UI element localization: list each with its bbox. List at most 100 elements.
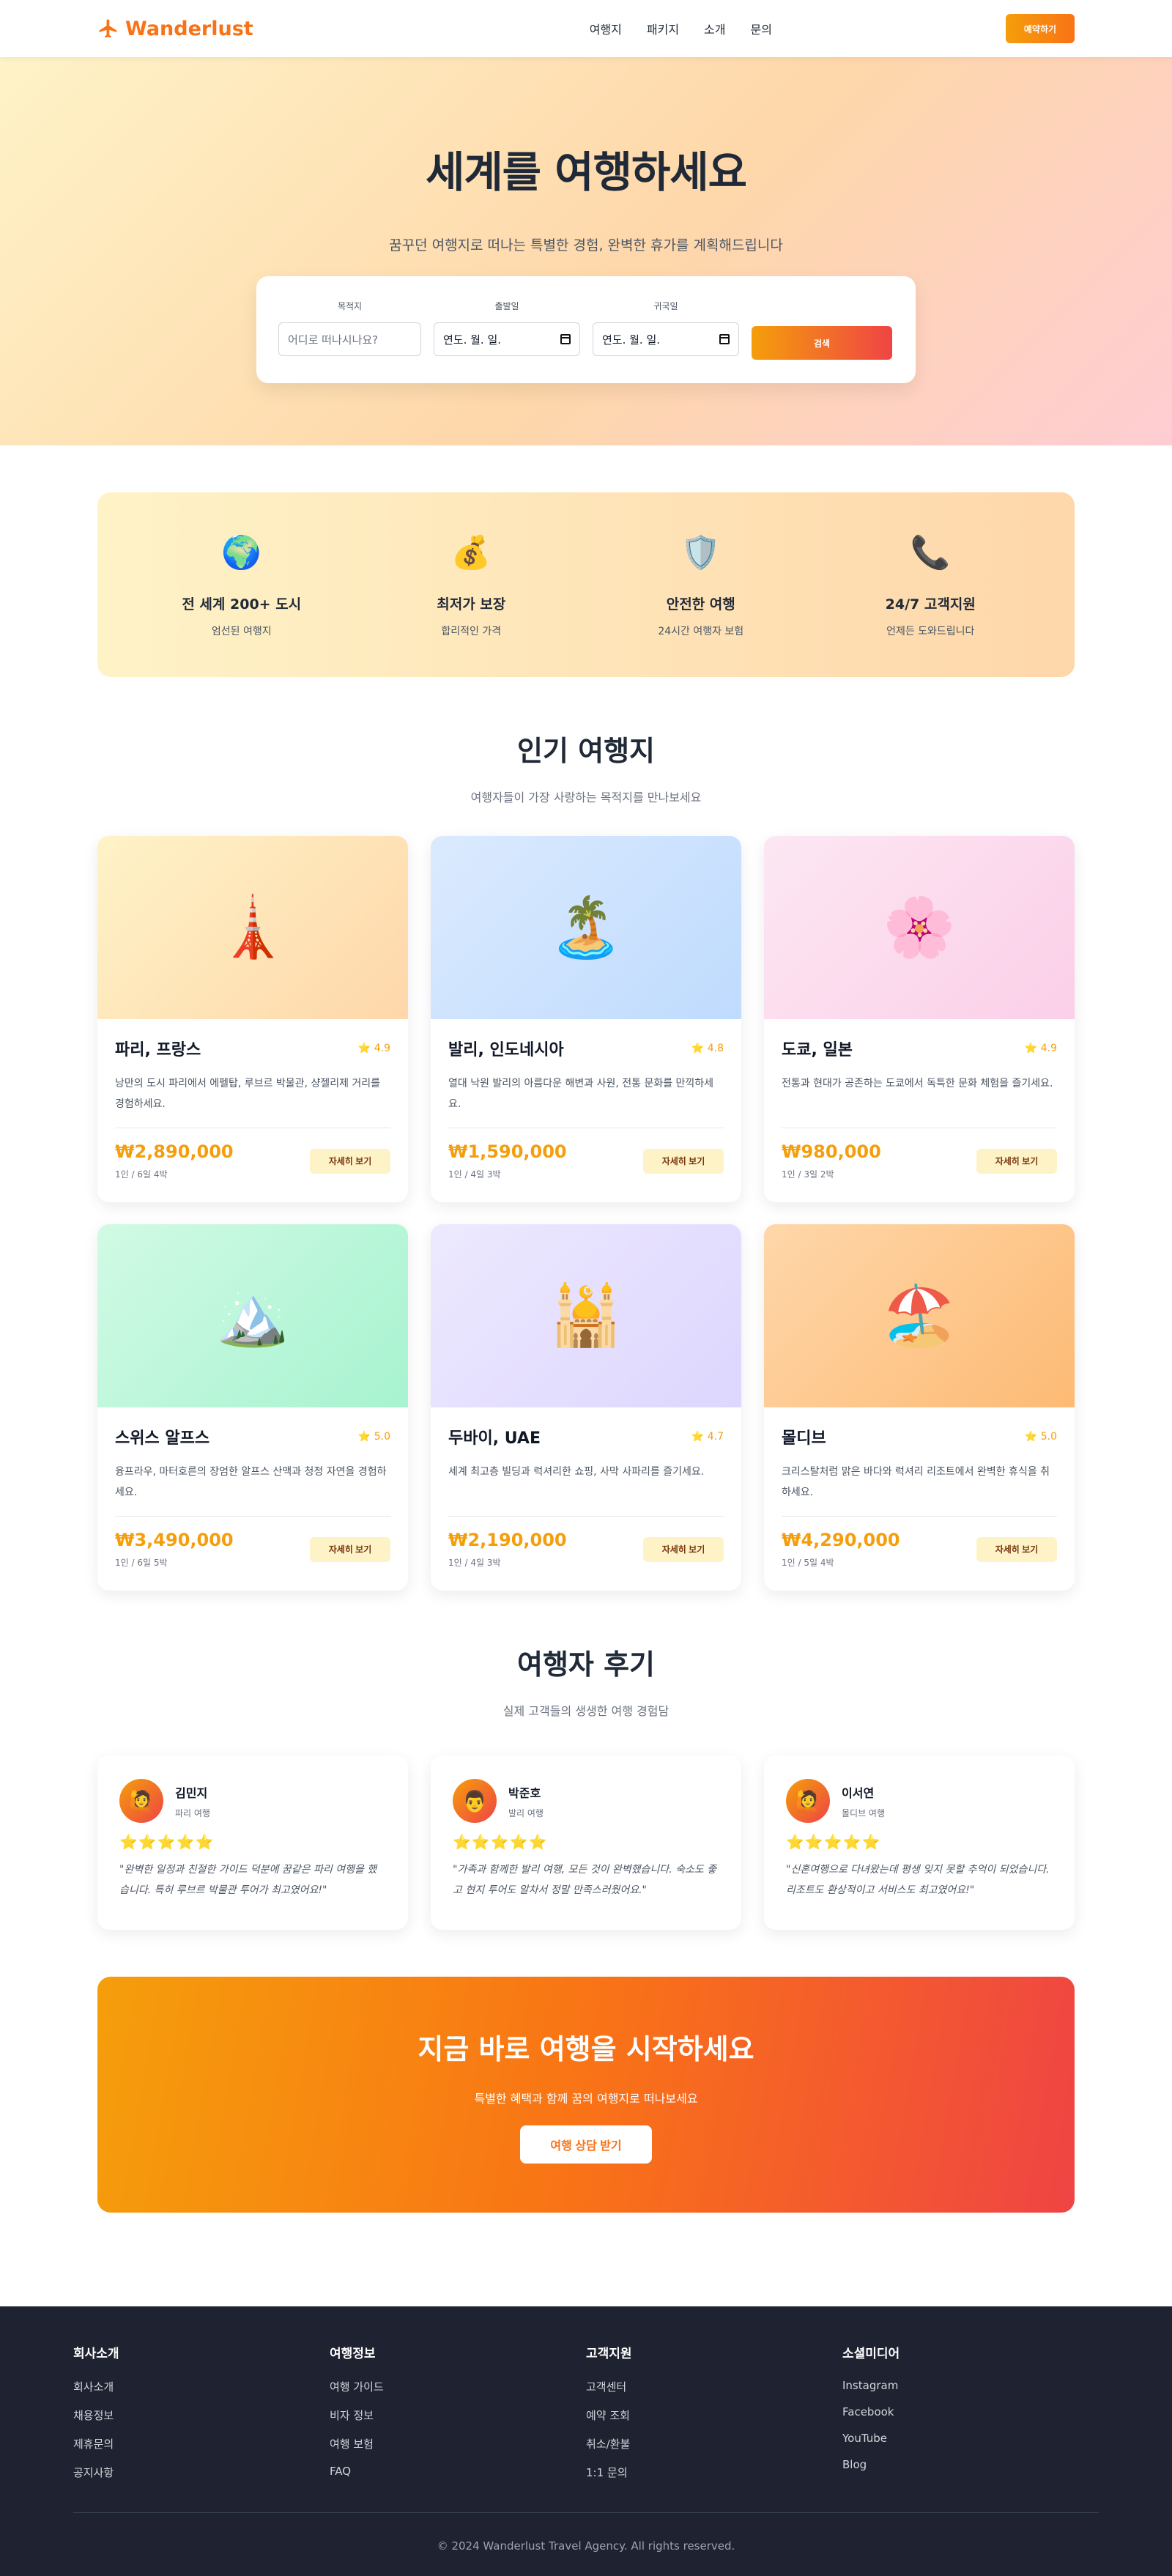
- detail-button[interactable]: 자세히 보기: [976, 1536, 1057, 1562]
- destination-card[interactable]: 🗼 파리, 프랑스 ⭐ 4.9 낭만의 도시 파리에서 에펠탑, 루브르 박물관,…: [97, 836, 408, 1202]
- feature-title: 전 세계 200+ 도시: [182, 596, 302, 612]
- destination-image: 🏝️: [431, 836, 741, 1019]
- duration: 1인 / 3일 2박: [782, 1169, 834, 1180]
- destination-image: 🏖️: [764, 1224, 1075, 1407]
- logo-text: Wanderlust: [125, 17, 253, 40]
- return-date-value: 연도. 월. 일.: [602, 333, 661, 347]
- detail-button[interactable]: 자세히 보기: [643, 1536, 724, 1562]
- destination-placeholder: 어디로 떠나시나요?: [288, 333, 379, 347]
- footer-link[interactable]: 예약 조회: [586, 2407, 842, 2423]
- footer-link[interactable]: 제휴문의: [73, 2436, 330, 2451]
- footer-divider: [73, 2512, 1099, 2513]
- departure-date-input[interactable]: 연도. 월. 일.: [434, 322, 580, 356]
- detail-button[interactable]: 자세히 보기: [643, 1148, 724, 1174]
- feature-title: 최저가 보장: [437, 596, 506, 612]
- destination-image: 🗼: [97, 836, 408, 1019]
- feature-item: 📞 24/7 고객지원 언제든 도와드립니다: [835, 532, 1026, 638]
- footer-column: 소셜미디어 Instagram Facebook YouTube Blog: [842, 2343, 1099, 2493]
- feature-title: 안전한 여행: [666, 596, 735, 612]
- review-trip: 몰디브 여행: [842, 1807, 886, 1818]
- review-text: "완벽한 일정과 친절한 가이드 덕분에 꿈같은 파리 여행을 했습니다. 특히…: [119, 1864, 377, 1896]
- calendar-icon[interactable]: [719, 334, 730, 344]
- rating: ⭐ 4.9: [1024, 1043, 1057, 1054]
- feature-desc: 언제든 도와드립니다: [886, 625, 975, 637]
- destination-name: 파리, 프랑스: [115, 1041, 201, 1059]
- cta-title: 지금 바로 여행을 시작하세요: [418, 2033, 754, 2065]
- menu-item-contact[interactable]: 문의: [751, 20, 772, 37]
- beach-icon: 🏖️: [883, 1281, 956, 1350]
- star-rating: ⭐⭐⭐⭐⭐: [786, 1833, 881, 1851]
- hero-section: 세계를 여행하세요 꿈꾸던 여행지로 떠나는 특별한 경험, 완벽한 휴가를 계…: [0, 57, 1172, 445]
- destination-name: 스위스 알프스: [115, 1429, 210, 1448]
- footer-link[interactable]: 회사소개: [73, 2379, 330, 2394]
- review-text: "신혼여행으로 다녀왔는데 평생 잊지 못할 추억이 되었습니다. 리조트도 환…: [786, 1864, 1050, 1896]
- main-menu: 여행지 패키지 소개 문의: [590, 20, 772, 37]
- section-subtitle: 실제 고객들의 생생한 여행 경험담: [502, 1704, 670, 1718]
- search-button[interactable]: 검색: [752, 326, 892, 360]
- footer-link[interactable]: 1:1 문의: [586, 2465, 842, 2480]
- price: ₩2,890,000: [115, 1141, 234, 1162]
- destination-card[interactable]: 🏔️ 스위스 알프스 ⭐ 5.0 융프라우, 마터호른의 장엄한 알프스 산맥과 …: [97, 1224, 408, 1591]
- menu-item-packages[interactable]: 패키지: [647, 20, 679, 37]
- copyright: © 2024 Wanderlust Travel Agency. All rig…: [437, 2539, 735, 2553]
- detail-button[interactable]: 자세히 보기: [310, 1536, 390, 1562]
- footer-column: 고객지원 고객센터 예약 조회 취소/환불 1:1 문의: [586, 2343, 842, 2493]
- footer-link[interactable]: 채용정보: [73, 2407, 330, 2423]
- footer-link[interactable]: 여행 보험: [330, 2436, 586, 2451]
- detail-button[interactable]: 자세히 보기: [310, 1148, 390, 1174]
- section-subtitle: 여행자들이 가장 사랑하는 목적지를 만나보세요: [470, 791, 702, 804]
- section-title: 인기 여행지: [516, 735, 656, 767]
- consult-button[interactable]: 여행 상담 받기: [520, 2125, 652, 2164]
- footer-link[interactable]: 취소/환불: [586, 2436, 842, 2451]
- destination-desc: 크리스탈처럼 맑은 바다와 럭셔리 리조트에서 완벽한 휴식을 취하세요.: [782, 1466, 1050, 1498]
- mosque-icon: 🕌: [549, 1281, 623, 1350]
- footer-link[interactable]: 공지사항: [73, 2465, 330, 2480]
- menu-item-destinations[interactable]: 여행지: [590, 20, 622, 37]
- footer-link[interactable]: FAQ: [330, 2465, 586, 2478]
- rating: ⭐ 5.0: [357, 1431, 390, 1443]
- departure-label: 출발일: [494, 301, 519, 311]
- feature-desc: 합리적인 가격: [441, 625, 502, 637]
- destination-desc: 세계 최고층 빌딩과 럭셔리한 쇼핑, 사막 사파리를 즐기세요.: [448, 1466, 705, 1478]
- hero-title: 세계를 여행하세요: [425, 147, 747, 197]
- feature-item: 🛡️ 안전한 여행 24시간 여행자 보험: [606, 532, 796, 638]
- book-button[interactable]: 예약하기: [1005, 14, 1075, 43]
- destination-label: 목적지: [337, 301, 363, 311]
- footer-link[interactable]: 여행 가이드: [330, 2379, 586, 2394]
- cta-subtitle: 특별한 혜택과 함께 꿈의 여행지로 떠나보세요: [474, 2092, 698, 2106]
- footer-link[interactable]: YouTube: [842, 2432, 1099, 2445]
- rating: ⭐ 4.8: [691, 1043, 724, 1054]
- features-section: 🌍 전 세계 200+ 도시 엄선된 여행지 💰 최저가 보장 합리적인 가격 …: [97, 492, 1075, 677]
- review-text: "가족과 함께한 발리 여행, 모든 것이 완벽했습니다. 숙소도 좋고 현지 …: [453, 1864, 717, 1896]
- footer-link[interactable]: Facebook: [842, 2405, 1099, 2418]
- footer-link[interactable]: 고객센터: [586, 2379, 842, 2394]
- destination-input[interactable]: 어디로 떠나시나요?: [278, 322, 421, 356]
- destination-card[interactable]: 🏝️ 발리, 인도네시아 ⭐ 4.8 열대 낙원 발리의 아름다운 해변과 사원,…: [431, 836, 741, 1202]
- hero-subtitle: 꿈꾸던 여행지로 떠나는 특별한 경험, 완벽한 휴가를 계획해드립니다: [389, 237, 783, 253]
- detail-button[interactable]: 자세히 보기: [976, 1148, 1057, 1174]
- duration: 1인 / 5일 4박: [782, 1558, 834, 1568]
- footer-link[interactable]: 비자 정보: [330, 2407, 586, 2423]
- departure-field: 출발일 연도. 월. 일.: [434, 300, 580, 356]
- calendar-icon[interactable]: [560, 334, 571, 344]
- footer-column: 회사소개 회사소개 채용정보 제휴문의 공지사항: [73, 2343, 330, 2493]
- menu-item-about[interactable]: 소개: [704, 20, 725, 37]
- destination-card[interactable]: 🕌 두바이, UAE ⭐ 4.7 세계 최고층 빌딩과 럭셔리한 쇼핑, 사막 사…: [431, 1224, 741, 1591]
- logo[interactable]: Wanderlust: [97, 18, 253, 40]
- return-date-input[interactable]: 연도. 월. 일.: [593, 322, 739, 356]
- star-rating: ⭐⭐⭐⭐⭐: [119, 1833, 215, 1851]
- avatar: 👨: [453, 1779, 497, 1823]
- destination-desc: 전통과 현대가 공존하는 도쿄에서 독특한 문화 체험을 즐기세요.: [782, 1078, 1053, 1089]
- destination-desc: 열대 낙원 발리의 아름다운 해변과 사원, 전통 문화를 만끽하세요.: [448, 1078, 714, 1110]
- destination-card[interactable]: 🏖️ 몰디브 ⭐ 5.0 크리스탈처럼 맑은 바다와 럭셔리 리조트에서 완벽한 …: [764, 1224, 1075, 1591]
- price: ₩980,000: [782, 1141, 881, 1162]
- feature-item: 🌍 전 세계 200+ 도시 엄선된 여행지: [146, 532, 337, 638]
- destination-grid: 🗼 파리, 프랑스 ⭐ 4.9 낭만의 도시 파리에서 에펠탑, 루브르 박물관,…: [97, 836, 1075, 1591]
- shield-icon: 🛡️: [680, 533, 722, 571]
- footer-link[interactable]: Blog: [842, 2458, 1099, 2471]
- destination-card[interactable]: 🌸 도쿄, 일본 ⭐ 4.9 전통과 현대가 공존하는 도쿄에서 독특한 문화 체…: [764, 836, 1075, 1202]
- footer-link[interactable]: Instagram: [842, 2379, 1099, 2392]
- tower-icon: 🗼: [216, 893, 289, 961]
- reviewer-name: 이서연: [842, 1785, 875, 1800]
- mountain-icon: 🏔️: [216, 1281, 289, 1350]
